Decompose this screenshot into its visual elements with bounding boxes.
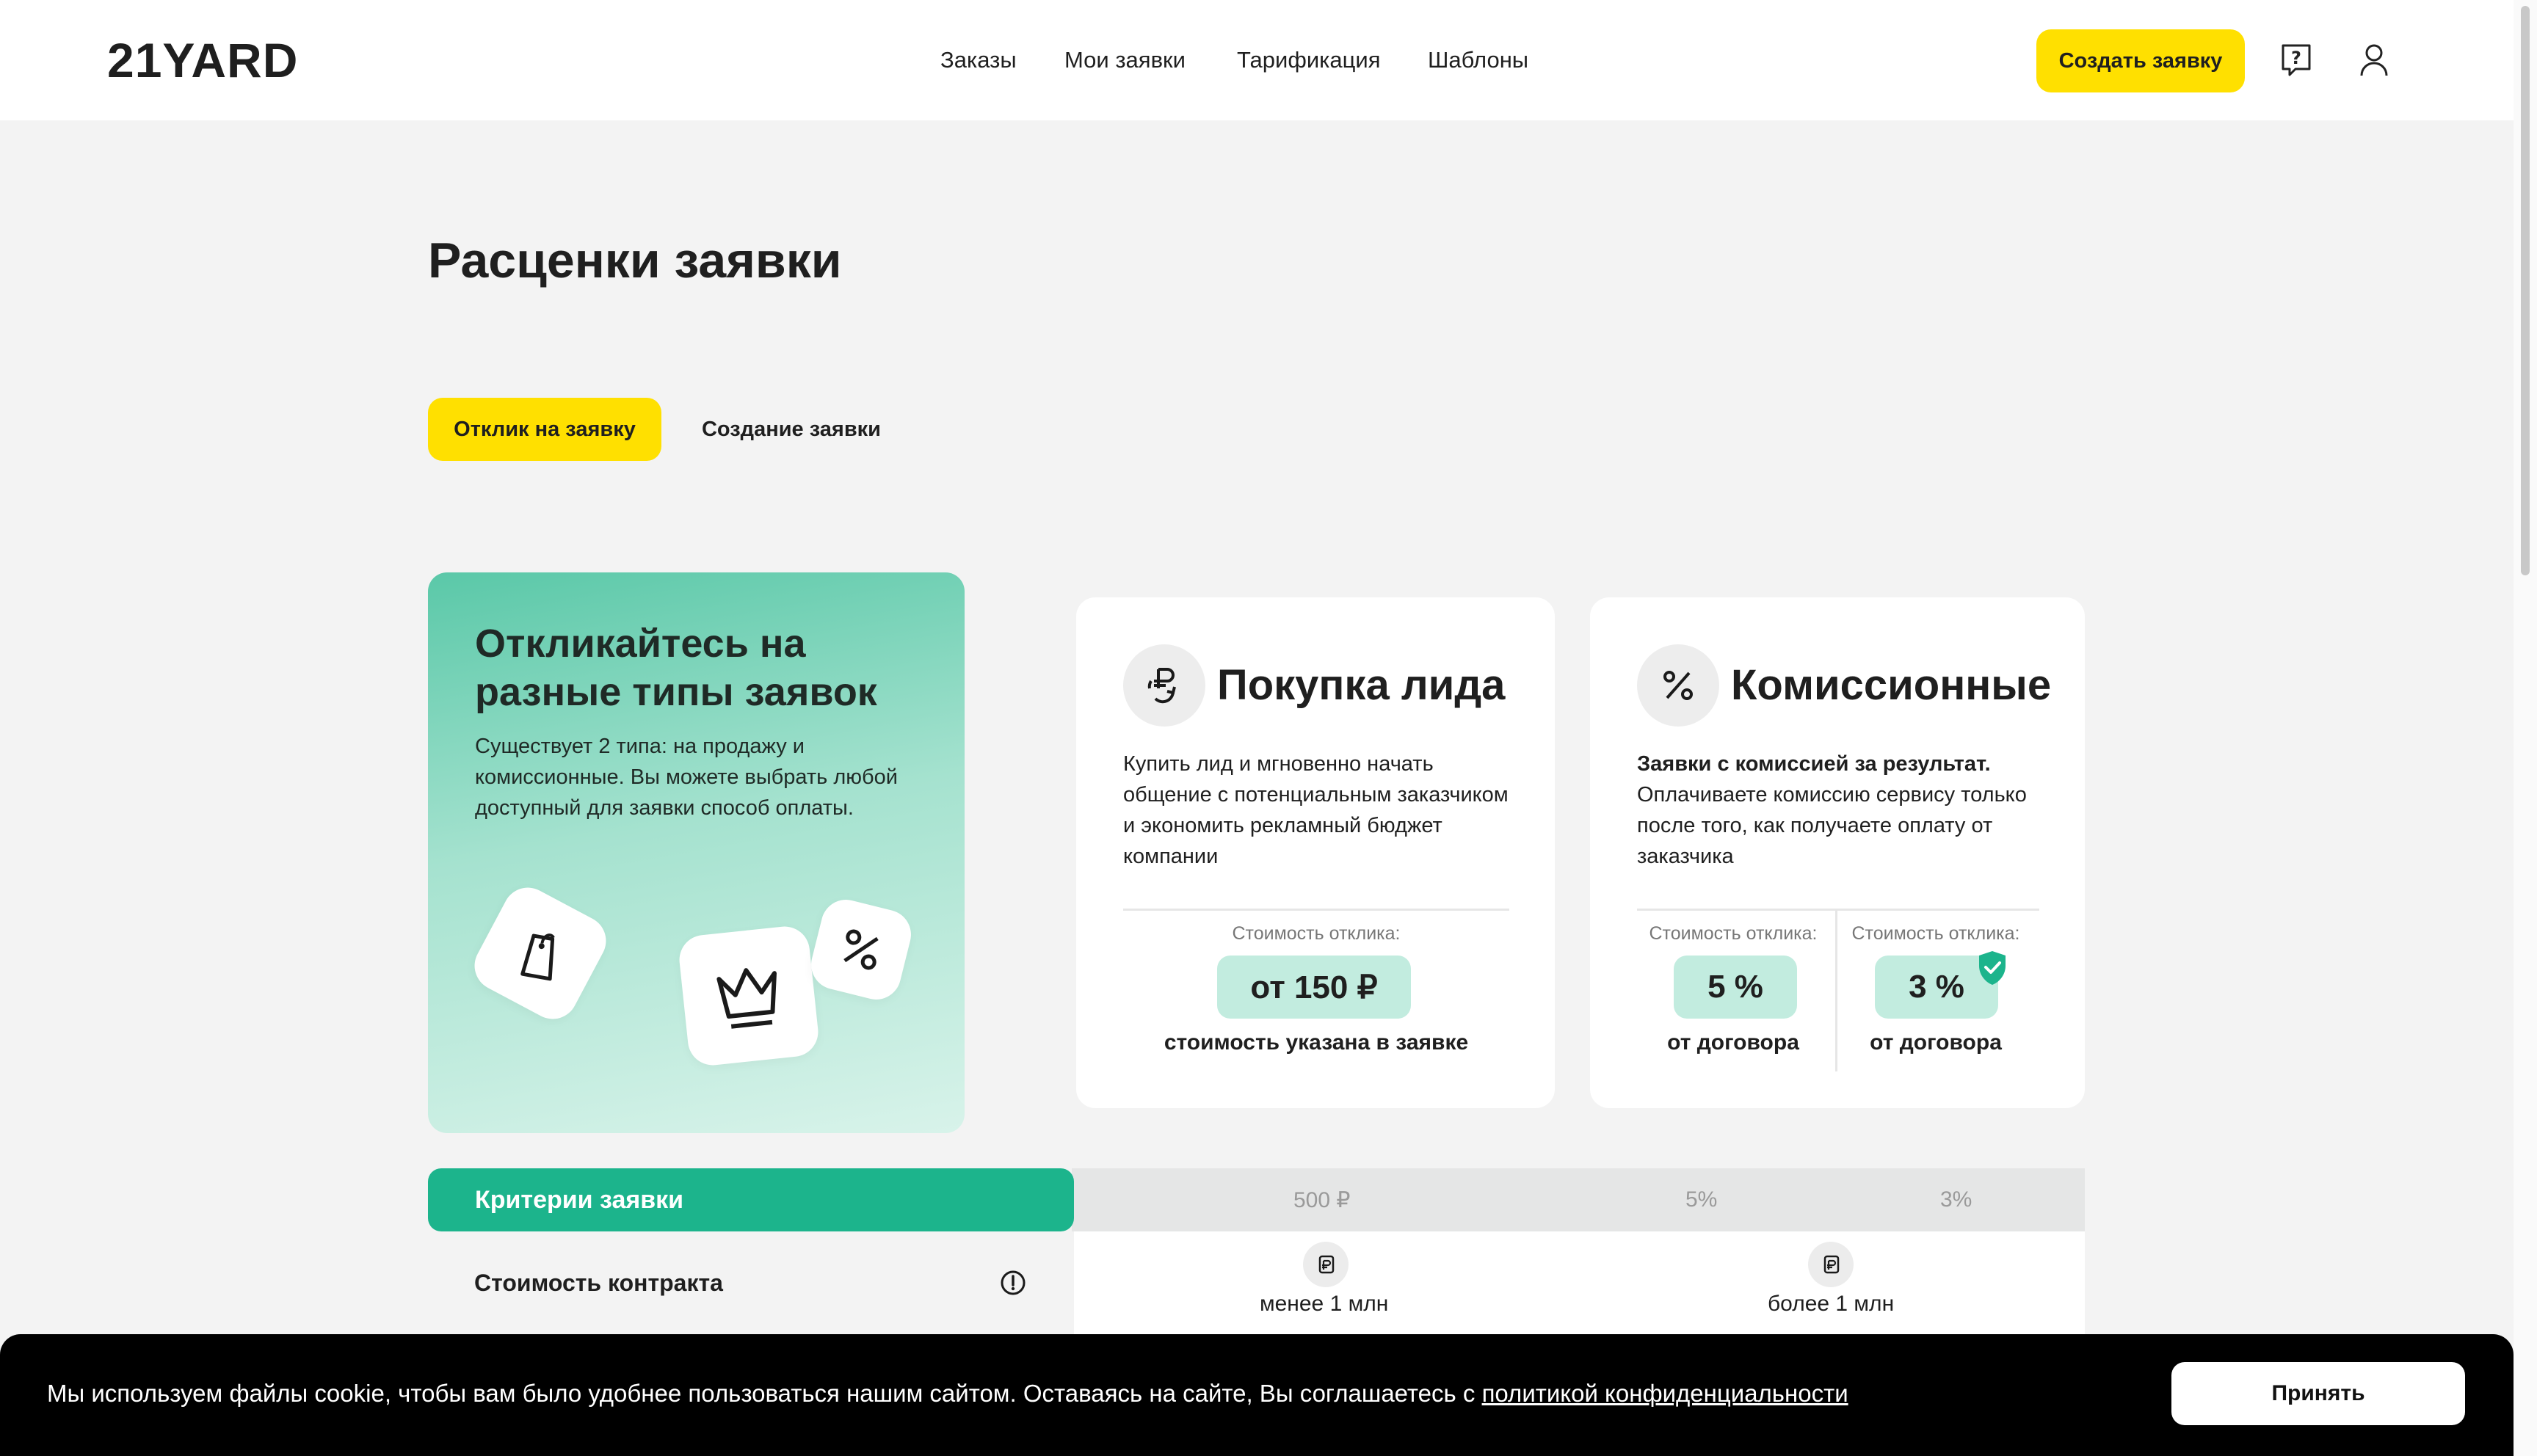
- percent-icon: [1637, 644, 1719, 727]
- privacy-policy-link[interactable]: политикой конфиденциальности: [1482, 1380, 1848, 1407]
- column-3-percent: 3%: [1940, 1187, 1972, 1212]
- commission-text-bold: Заявки с комиссией за результат.: [1637, 752, 1991, 776]
- commission-card: Комиссионные Заявки с комиссией за резул…: [1590, 597, 2085, 1108]
- percent-icon: [805, 894, 917, 1005]
- vertical-divider: [1835, 910, 1837, 1071]
- shield-check-icon: [1976, 950, 2008, 986]
- page-scrollbar[interactable]: [2514, 0, 2537, 1456]
- user-icon[interactable]: [2355, 41, 2393, 79]
- lead-price-note: стоимость указана в заявке: [1164, 1030, 1469, 1055]
- tab-create[interactable]: Создание заявки: [690, 398, 893, 461]
- commission-card-title: Комиссионные: [1731, 661, 2052, 709]
- lead-price: от 150 ₽: [1217, 956, 1411, 1019]
- nav-orders[interactable]: Заказы: [940, 47, 1017, 73]
- lead-card-text: Купить лид и мгновенно начать общение с …: [1123, 752, 1509, 868]
- commission-price-5: 5 %: [1674, 956, 1797, 1019]
- nav-templates[interactable]: Шаблоны: [1428, 47, 1528, 73]
- scrollbar-thumb[interactable]: [2521, 6, 2530, 575]
- promo-title: Откликайтесь на разные типы заявок: [475, 622, 877, 714]
- price-label: Стоимость отклика:: [1649, 923, 1818, 944]
- ruble-exchange-icon: [1123, 644, 1205, 727]
- nav-pricing[interactable]: Тарификация: [1237, 47, 1381, 73]
- commission-text: Оплачиваете комиссию сервису только посл…: [1637, 783, 2027, 868]
- tab-respond[interactable]: Отклик на заявку: [428, 398, 661, 461]
- commission-card-text: Заявки с комиссией за результат. Оплачива…: [1637, 749, 2048, 872]
- promo-text: Существует 2 типа: на продажу и комиссио…: [475, 735, 898, 820]
- contract-value-low: менее 1 млн: [1260, 1292, 1389, 1316]
- cookie-banner: Мы используем файлы cookie, чтобы вам бы…: [0, 1334, 2514, 1456]
- svg-text:?: ?: [2291, 48, 2301, 68]
- commission-note: от договора: [1870, 1030, 2002, 1055]
- crown-icon: [677, 924, 821, 1068]
- contract-value-high: более 1 млн: [1768, 1292, 1895, 1316]
- column-500-rub: 500 ₽: [1293, 1188, 1351, 1212]
- divider: [1123, 909, 1509, 911]
- info-icon[interactable]: [1000, 1270, 1026, 1296]
- price-label: Стоимость отклика:: [1232, 923, 1401, 944]
- criteria-title: Критерии заявки: [428, 1168, 1074, 1231]
- table-row: менее 1 млн более 1 млн: [1074, 1231, 2085, 1334]
- nav-my-requests[interactable]: Мои заявки: [1064, 47, 1186, 73]
- accept-cookies-button[interactable]: Принять: [2171, 1362, 2465, 1425]
- logo[interactable]: 21YARD: [107, 36, 298, 84]
- column-5-percent: 5%: [1685, 1187, 1718, 1212]
- price-label: Стоимость отклика:: [1851, 923, 2020, 944]
- ruble-document-icon: [1808, 1242, 1854, 1287]
- page-title: Расценки заявки: [428, 233, 842, 288]
- top-header: 21YARD Заказы Мои заявки Тарификация Шаб…: [0, 0, 2514, 120]
- lead-card-title: Покупка лида: [1217, 661, 1506, 709]
- lead-purchase-card: Покупка лида Купить лид и мгновенно нача…: [1076, 597, 1555, 1108]
- ruble-document-icon: [1303, 1242, 1349, 1287]
- cookie-message: Мы используем файлы cookie, чтобы вам бы…: [47, 1380, 1482, 1407]
- commission-note: от договора: [1667, 1030, 1799, 1055]
- promo-card: Откликайтесь на разные типы заявок Сущес…: [428, 572, 965, 1133]
- tag-icon: [465, 878, 615, 1028]
- criteria-columns-header: 500 ₽ 5% 3%: [1072, 1168, 2085, 1231]
- criteria-row-label: Стоимость контракта: [474, 1270, 723, 1296]
- create-request-button[interactable]: Создать заявку: [2036, 29, 2245, 92]
- help-icon[interactable]: ?: [2277, 41, 2315, 79]
- divider: [1637, 909, 2039, 911]
- cookie-text: Мы используем файлы cookie, чтобы вам бы…: [47, 1380, 1848, 1408]
